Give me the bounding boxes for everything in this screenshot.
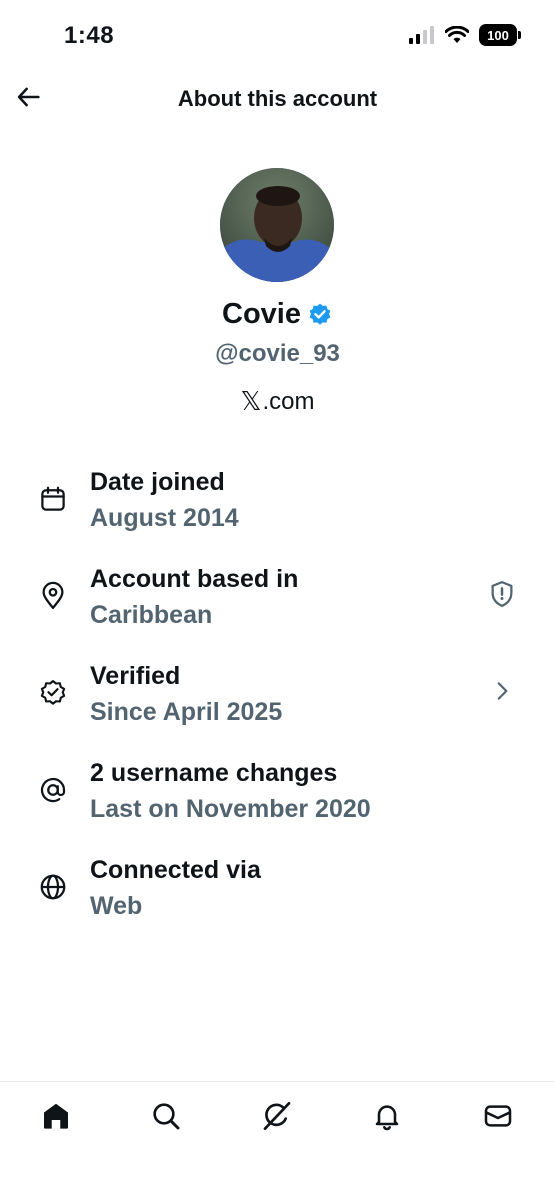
tab-notifications[interactable] [370, 1099, 404, 1133]
info-title: 2 username changes [90, 759, 338, 787]
tab-messages[interactable] [481, 1099, 515, 1133]
info-row-connected-via: Connected via Web [0, 850, 555, 947]
tab-home[interactable] [39, 1099, 73, 1133]
search-icon [153, 1103, 180, 1130]
avatar[interactable] [220, 168, 334, 282]
info-row-verified[interactable]: Verified Since April 2025 [0, 656, 555, 753]
bell-icon [375, 1105, 399, 1131]
wifi-icon [445, 26, 469, 43]
site-row: 𝕏 .com [0, 386, 555, 417]
site-suffix: .com [262, 387, 315, 415]
mail-icon [484, 1105, 512, 1127]
grok-icon [263, 1102, 291, 1130]
status-icons: 100 [409, 24, 521, 46]
verified-chevron[interactable] [487, 676, 517, 706]
globe-icon [40, 874, 66, 900]
bottom-tab-bar [0, 1081, 555, 1200]
account-info-list: Date joined August 2014 Account based in… [0, 462, 555, 947]
x-logo: 𝕏 [240, 386, 262, 416]
info-title: Date joined [90, 468, 225, 496]
page-title: About this account [177, 86, 378, 111]
status-time: 1:48 [64, 22, 115, 49]
info-row-username-changes: 2 username changes Last on November 2020 [0, 753, 555, 850]
location-info-button[interactable] [487, 579, 517, 609]
info-row-account-based-in: Account based in Caribbean [0, 559, 555, 656]
display-name: Covie [222, 298, 301, 330]
name-row: Covie [0, 298, 555, 331]
info-row-date-joined: Date joined August 2014 [0, 462, 555, 559]
battery-level: 100 [487, 27, 509, 43]
verified-badge-icon [40, 680, 66, 705]
cellular-signal-icon [409, 26, 434, 44]
info-title: Verified [90, 662, 181, 690]
tab-search[interactable] [149, 1099, 183, 1133]
info-value: Since April 2025 [90, 698, 283, 726]
battery-icon: 100 [479, 24, 521, 46]
at-sign-icon [40, 778, 66, 803]
status-bar: 1:48 100 [0, 0, 555, 70]
info-value: Last on November 2020 [90, 795, 371, 823]
avatar-photo [220, 168, 334, 282]
location-pin-icon [42, 581, 64, 609]
shield-alert-icon [491, 581, 513, 607]
chevron-right-icon [497, 682, 508, 700]
username-handle: @covie_93 [215, 340, 340, 367]
info-title: Connected via [90, 856, 261, 884]
header: About this account [0, 70, 555, 128]
verified-badge-icon [309, 303, 331, 325]
info-value: Caribbean [90, 601, 213, 629]
info-value: Web [90, 892, 143, 920]
tab-grok[interactable] [260, 1099, 294, 1133]
calendar-icon [41, 486, 65, 511]
info-value: August 2014 [90, 504, 239, 532]
info-title: Account based in [90, 565, 299, 593]
home-icon [44, 1103, 68, 1129]
